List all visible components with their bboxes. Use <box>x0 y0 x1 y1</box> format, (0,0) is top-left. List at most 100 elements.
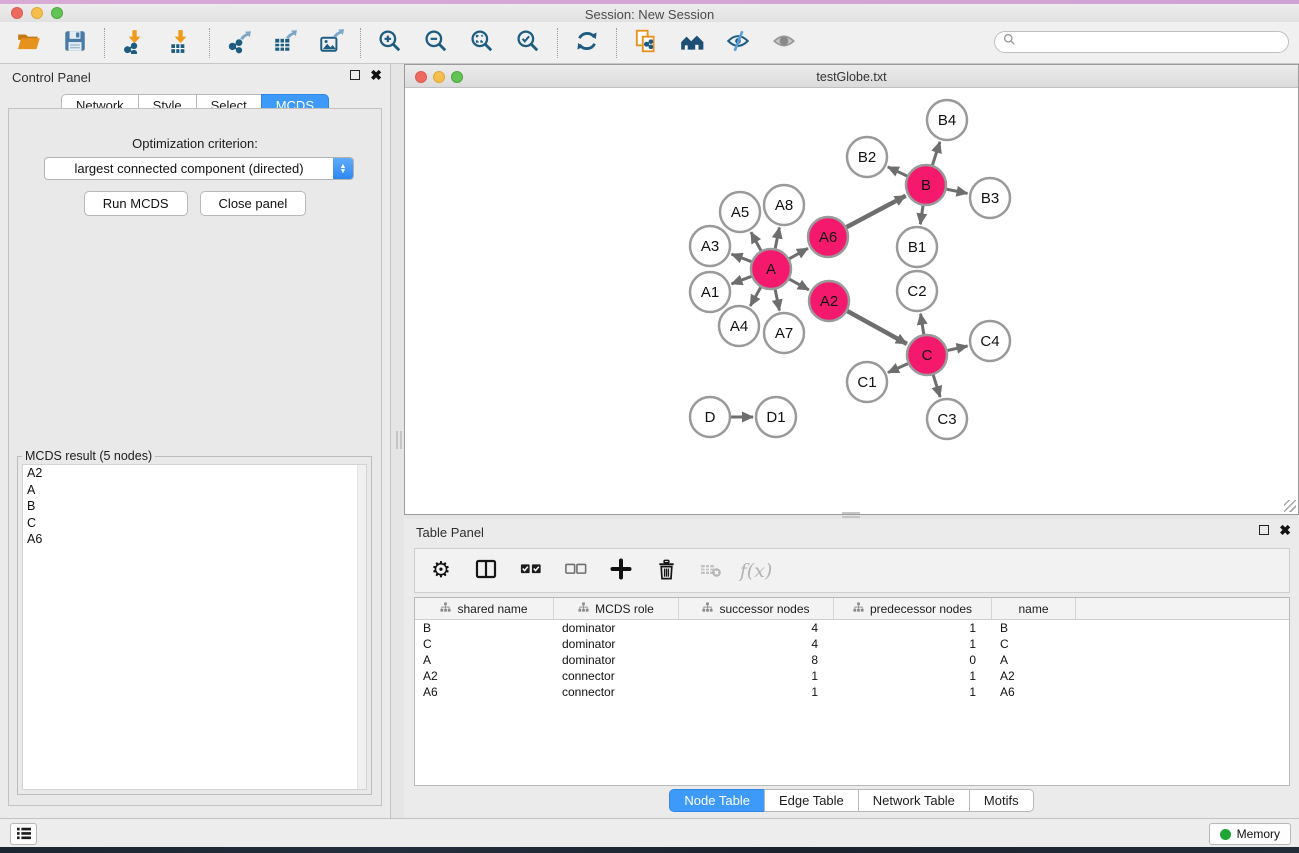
graph-node-A1[interactable]: A1 <box>690 272 730 312</box>
table-cell[interactable]: 1 <box>834 637 992 651</box>
mcds-result-list[interactable]: A2ABCA6 <box>22 464 367 790</box>
table-cell[interactable]: A6 <box>415 685 554 699</box>
table-cell[interactable]: A <box>992 653 1076 667</box>
mcds-result-item[interactable]: B <box>23 498 366 515</box>
import-table-button[interactable] <box>165 28 195 58</box>
criterion-dropdown[interactable]: largest connected component (directed) ▲… <box>44 157 354 180</box>
table-settings-button[interactable]: ⚙ <box>427 557 455 585</box>
mcds-list-scrollbar[interactable] <box>357 465 366 789</box>
create-column-button[interactable] <box>607 557 635 585</box>
graph-node-A4[interactable]: A4 <box>719 306 759 346</box>
table-cell[interactable]: 1 <box>679 685 834 699</box>
table-cell[interactable]: A2 <box>415 669 554 683</box>
graph-node-C[interactable]: C <box>907 335 947 375</box>
table-row[interactable]: Bdominator41B <box>415 620 1289 636</box>
graph-edge-B-B3[interactable] <box>946 189 968 193</box>
column-header-name[interactable]: name <box>992 598 1076 619</box>
table-row[interactable]: A2connector11A2 <box>415 668 1289 684</box>
graph-node-D1[interactable]: D1 <box>756 397 796 437</box>
graph-edge-C-C1[interactable] <box>888 363 909 372</box>
table-cell[interactable]: C <box>415 637 554 651</box>
table-cell[interactable]: connector <box>554 669 679 683</box>
table-row[interactable]: Cdominator41C <box>415 636 1289 652</box>
table-cell[interactable]: dominator <box>554 621 679 635</box>
network-window-titlebar[interactable]: testGlobe.txt <box>405 65 1298 88</box>
table-tab-network-table[interactable]: Network Table <box>858 789 970 812</box>
close-panel-icon[interactable]: ✖ <box>370 70 382 80</box>
graph-node-B2[interactable]: B2 <box>847 137 887 177</box>
table-tab-motifs[interactable]: Motifs <box>969 789 1034 812</box>
graph-edge-A6-B[interactable] <box>846 196 906 228</box>
table-cell[interactable]: connector <box>554 685 679 699</box>
close-panel-button[interactable]: Close panel <box>200 191 307 216</box>
graph-node-D[interactable]: D <box>690 397 730 437</box>
graph-edge-A-A4[interactable] <box>750 286 761 306</box>
network-graph[interactable]: B4B2BB3A5A8A6B1A3AC2A1A2A4A7C4CC1C3DD1 <box>405 88 1298 514</box>
select-all-columns-button[interactable] <box>517 557 545 585</box>
graph-edge-A2-C[interactable] <box>847 311 907 344</box>
graph-node-C4[interactable]: C4 <box>970 321 1010 361</box>
graph-node-A2[interactable]: A2 <box>809 281 849 321</box>
graph-node-B1[interactable]: B1 <box>897 227 937 267</box>
graph-edge-A-A5[interactable] <box>751 232 761 251</box>
mcds-result-item[interactable]: A6 <box>23 531 366 548</box>
show-columns-button[interactable] <box>472 557 500 585</box>
graph-edge-A-A6[interactable] <box>788 248 808 259</box>
graph-edge-A-A2[interactable] <box>789 279 809 290</box>
graph-node-B[interactable]: B <box>906 165 946 205</box>
column-header-successor-nodes[interactable]: successor nodes <box>679 598 834 619</box>
graph-edge-C-C2[interactable] <box>921 314 924 336</box>
table-cell[interactable]: B <box>992 621 1076 635</box>
show-all-button[interactable] <box>769 28 799 58</box>
search-input[interactable] <box>994 31 1289 53</box>
close-table-panel-icon[interactable]: ✖ <box>1279 525 1291 535</box>
graph-node-B4[interactable]: B4 <box>927 100 967 140</box>
graph-node-A6[interactable]: A6 <box>808 217 848 257</box>
function-builder-button[interactable]: f(x) <box>742 557 770 585</box>
table-row[interactable]: A6connector11A6 <box>415 684 1289 700</box>
graph-node-C3[interactable]: C3 <box>927 399 967 439</box>
graph-edge-B-B2[interactable] <box>888 167 908 177</box>
table-tab-edge-table[interactable]: Edge Table <box>764 789 859 812</box>
table-row[interactable]: Adominator80A <box>415 652 1289 668</box>
table-cell[interactable]: 0 <box>834 653 992 667</box>
graph-edge-B-B4[interactable] <box>932 142 940 166</box>
vertical-splitter-handle[interactable] <box>396 431 403 449</box>
graph-edge-A-A3[interactable] <box>732 254 753 262</box>
column-header-shared-name[interactable]: shared name <box>415 598 554 619</box>
zoom-selected-button[interactable] <box>513 28 543 58</box>
graph-edge-A-A7[interactable] <box>775 289 779 311</box>
graph-node-C2[interactable]: C2 <box>897 271 937 311</box>
export-network-button[interactable] <box>224 28 254 58</box>
table-cell[interactable]: B <box>415 621 554 635</box>
mcds-result-item[interactable]: A2 <box>23 465 366 482</box>
table-cell[interactable]: 1 <box>679 669 834 683</box>
search-text-field[interactable] <box>1021 35 1280 49</box>
window-resize-grip[interactable] <box>1284 500 1296 512</box>
node-table[interactable]: shared nameMCDS rolesuccessor nodesprede… <box>414 597 1290 786</box>
network-canvas[interactable]: B4B2BB3A5A8A6B1A3AC2A1A2A4A7C4CC1C3DD1 <box>405 88 1298 514</box>
export-table-button[interactable] <box>270 28 300 58</box>
table-cell[interactable]: C <box>992 637 1076 651</box>
zoom-out-button[interactable] <box>421 28 451 58</box>
table-cell[interactable]: 1 <box>834 621 992 635</box>
table-cell[interactable]: A <box>415 653 554 667</box>
table-cell[interactable]: 1 <box>834 685 992 699</box>
graph-node-A8[interactable]: A8 <box>764 185 804 225</box>
graph-edge-A-A8[interactable] <box>775 228 779 250</box>
mcds-result-item[interactable]: A <box>23 482 366 499</box>
graph-edge-C-C3[interactable] <box>933 374 940 397</box>
float-panel-icon[interactable] <box>350 70 360 80</box>
refresh-view-button[interactable] <box>572 28 602 58</box>
export-image-button[interactable] <box>316 28 346 58</box>
run-mcds-button[interactable]: Run MCDS <box>84 191 188 216</box>
graph-node-A3[interactable]: A3 <box>690 226 730 266</box>
column-header-predecessor-nodes[interactable]: predecessor nodes <box>834 598 992 619</box>
deselect-all-columns-button[interactable] <box>562 557 590 585</box>
zoom-fit-button[interactable] <box>467 28 497 58</box>
import-network-button[interactable] <box>119 28 149 58</box>
task-history-button[interactable] <box>10 823 37 845</box>
float-table-panel-icon[interactable] <box>1259 525 1269 535</box>
table-cell[interactable]: 1 <box>834 669 992 683</box>
graph-node-A[interactable]: A <box>751 249 791 289</box>
